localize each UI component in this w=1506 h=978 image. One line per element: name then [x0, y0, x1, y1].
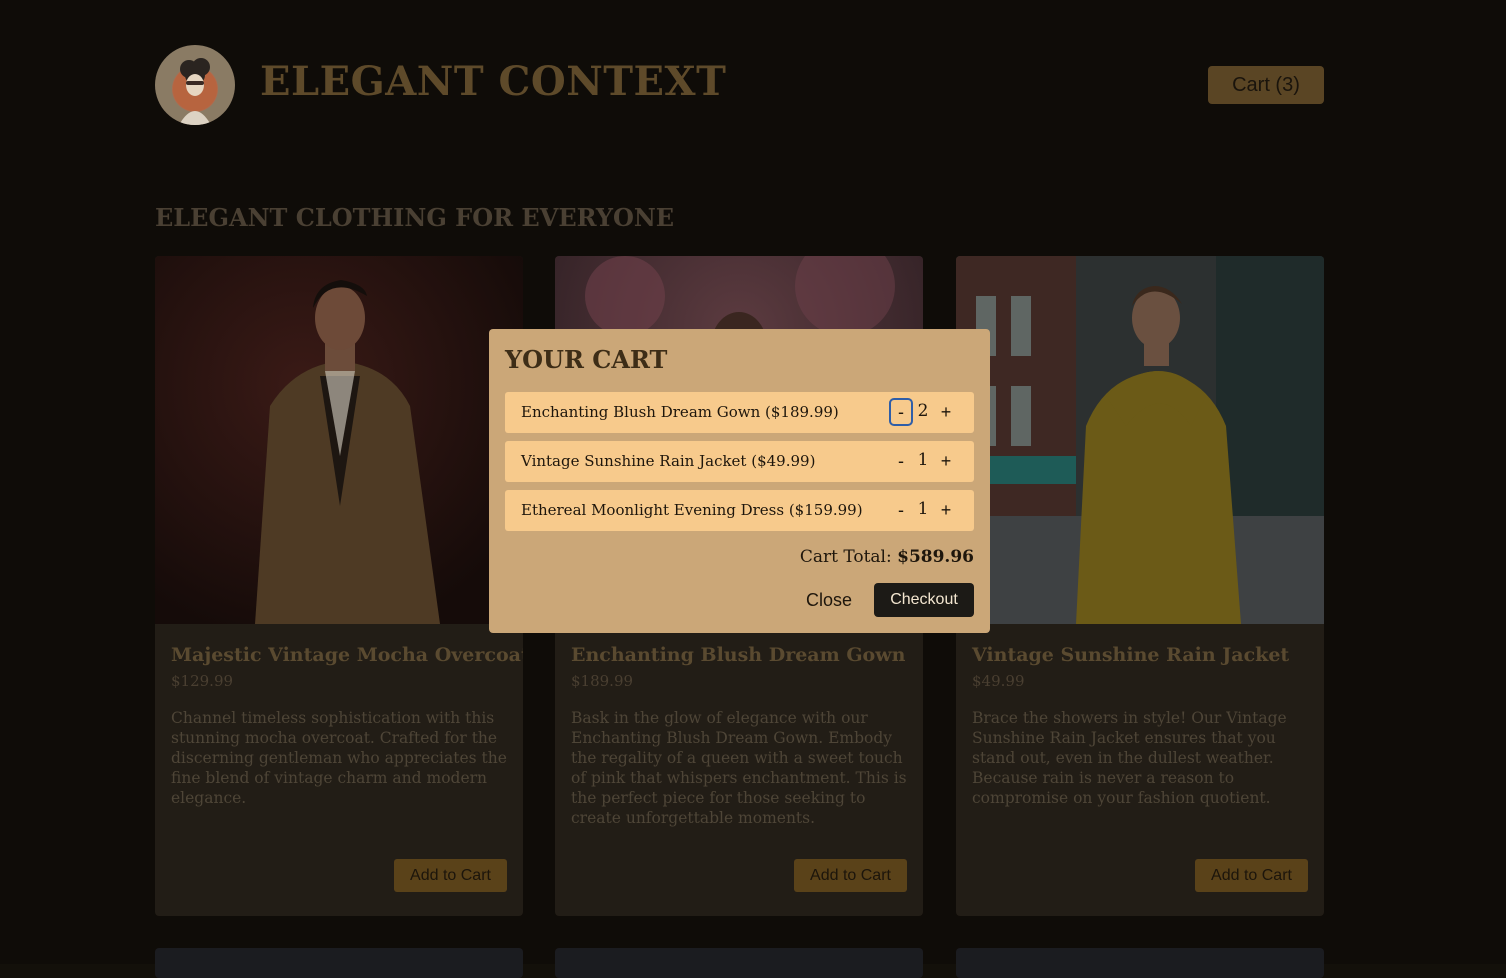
product-description: Channel timeless sophistication with thi…: [171, 709, 507, 807]
cart-total: Cart Total: $589.96: [800, 547, 974, 567]
product-card-partial: [956, 948, 1324, 978]
product-card: Majestic Vintage Mocha Overcoat $129.99 …: [155, 256, 523, 916]
checkout-button[interactable]: Checkout: [874, 583, 974, 617]
cart-item: Ethereal Moonlight Evening Dress ($159.9…: [505, 490, 974, 531]
decrease-quantity-button[interactable]: -: [889, 398, 913, 426]
add-to-cart-button[interactable]: Add to Cart: [394, 859, 507, 892]
product-card-partial: [555, 948, 923, 978]
cart-item-quantity: 1: [917, 450, 929, 470]
cart-item-label: Ethereal Moonlight Evening Dress ($159.9…: [521, 501, 863, 519]
product-name: Vintage Sunshine Rain Jacket: [972, 644, 1290, 666]
product-card-partial: [155, 948, 523, 978]
increase-quantity-button[interactable]: +: [936, 400, 956, 424]
cart-item: Vintage Sunshine Rain Jacket ($49.99) - …: [505, 441, 974, 482]
cart-item-label: Vintage Sunshine Rain Jacket ($49.99): [521, 452, 816, 470]
product-price: $129.99: [171, 672, 234, 690]
product-description: Brace the showers in style! Our Vintage …: [972, 709, 1287, 807]
product-price: $49.99: [972, 672, 1025, 690]
product-price: $189.99: [571, 672, 634, 690]
product-description: Bask in the glow of elegance with our En…: [571, 709, 907, 827]
decrease-quantity-button[interactable]: -: [891, 498, 911, 522]
product-image: [956, 256, 1324, 624]
product-name: Enchanting Blush Dream Gown: [571, 644, 906, 666]
cart-item: Enchanting Blush Dream Gown ($189.99) - …: [505, 392, 974, 433]
product-image: [155, 256, 523, 624]
cart-item-quantity: 2: [917, 401, 929, 421]
decrease-quantity-button[interactable]: -: [891, 449, 911, 473]
add-to-cart-button[interactable]: Add to Cart: [794, 859, 907, 892]
product-card: Vintage Sunshine Rain Jacket $49.99 Brac…: [956, 256, 1324, 916]
cart-button[interactable]: Cart (3): [1208, 66, 1324, 104]
cart-modal: YOUR CART Enchanting Blush Dream Gown ($…: [489, 329, 990, 633]
cart-item-label: Enchanting Blush Dream Gown ($189.99): [521, 403, 839, 421]
cart-title: YOUR CART: [505, 345, 668, 374]
brand-title: ELEGANT CONTEXT: [260, 58, 727, 105]
vintage-woman-logo-icon[interactable]: [155, 45, 235, 125]
increase-quantity-button[interactable]: +: [936, 498, 956, 522]
increase-quantity-button[interactable]: +: [936, 449, 956, 473]
cart-item-quantity: 1: [917, 499, 929, 519]
cart-total-label: Cart Total:: [799, 547, 898, 567]
close-button[interactable]: Close: [799, 586, 859, 614]
cart-total-value: $589.96: [897, 547, 974, 567]
product-name: Majestic Vintage Mocha Overcoat: [171, 644, 523, 666]
add-to-cart-button[interactable]: Add to Cart: [1195, 859, 1308, 892]
section-title: ELEGANT CLOTHING FOR EVERYONE: [155, 203, 675, 232]
